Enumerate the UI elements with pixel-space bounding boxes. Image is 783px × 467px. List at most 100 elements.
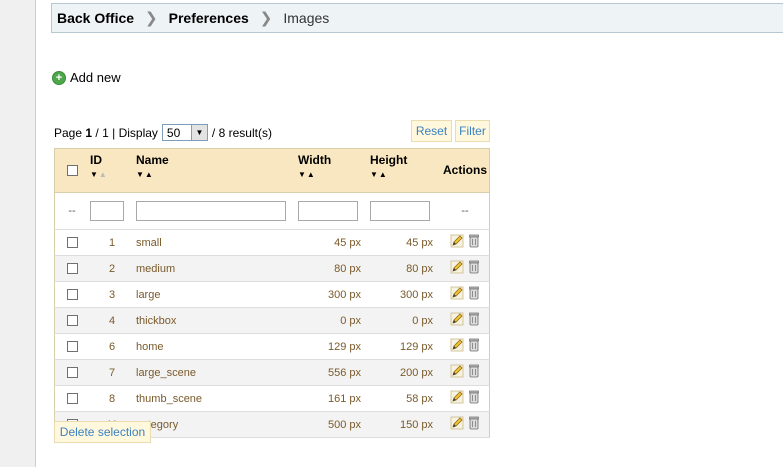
sort-asc-icon[interactable]: ▲ — [145, 170, 154, 179]
select-all-header — [54, 148, 89, 193]
table-row[interactable]: 8 thumb_scene 161 px 58 px — [54, 385, 490, 412]
row-checkbox[interactable] — [66, 341, 78, 353]
row-height: 58 px — [369, 385, 441, 412]
row-height: 45 px — [369, 229, 441, 256]
row-actions — [441, 411, 490, 438]
row-name: home — [135, 333, 297, 360]
table-row[interactable]: 1 small 45 px 45 px — [54, 229, 490, 256]
sort-asc-icon[interactable]: ▲ — [99, 170, 108, 179]
table-row[interactable]: 7 large_scene 556 px 200 px — [54, 359, 490, 386]
row-width: 45 px — [297, 229, 369, 256]
row-name: small — [135, 229, 297, 256]
chevron-down-icon[interactable]: ▼ — [190, 125, 207, 140]
row-checkbox[interactable] — [66, 263, 78, 275]
row-id: 6 — [89, 333, 135, 360]
breadcrumb-separator-icon: ❯ — [259, 10, 273, 27]
select-all-checkbox[interactable] — [66, 165, 78, 177]
breadcrumb-back-office[interactable]: Back Office — [57, 10, 134, 26]
breadcrumb-images: Images — [283, 10, 330, 26]
row-actions — [441, 255, 490, 282]
row-height: 200 px — [369, 359, 441, 386]
column-actions: Actions — [441, 148, 490, 193]
row-id: 1 — [89, 229, 135, 256]
delete-trash-icon[interactable] — [468, 390, 480, 407]
delete-trash-icon[interactable] — [468, 286, 480, 303]
table-header-row: ID ▼▲ Name ▼▲ Width ▼▲ Height ▼▲ Actions — [54, 148, 490, 193]
delete-trash-icon[interactable] — [468, 234, 480, 251]
row-actions — [441, 333, 490, 360]
row-checkbox[interactable] — [66, 289, 78, 301]
row-id: 8 — [89, 385, 135, 412]
edit-pencil-icon[interactable] — [450, 234, 464, 251]
row-height: 129 px — [369, 333, 441, 360]
row-id: 2 — [89, 255, 135, 282]
row-select-cell — [54, 229, 89, 256]
table-body: -- -- 1 small 45 px 45 px 2 medium 80 px 80 px 3… — [54, 192, 490, 438]
row-actions — [441, 385, 490, 412]
edit-pencil-icon[interactable] — [450, 312, 464, 329]
per-page-select[interactable]: 50 ▼ — [161, 124, 208, 141]
breadcrumb-separator-icon: ❯ — [145, 10, 158, 27]
row-id: 4 — [89, 307, 135, 334]
row-checkbox[interactable] — [66, 367, 78, 379]
sort-id: ▼▲ — [90, 171, 134, 179]
sort-asc-icon[interactable]: ▲ — [307, 170, 316, 179]
delete-trash-icon[interactable] — [468, 416, 480, 433]
edit-pencil-icon[interactable] — [450, 286, 464, 303]
results-count: / 8 result(s) — [211, 125, 272, 140]
column-id-label: ID — [90, 153, 102, 167]
delete-selection-button[interactable]: Delete selection — [54, 421, 151, 443]
table-row[interactable]: 3 large 300 px 300 px — [54, 281, 490, 308]
sort-name: ▼▲ — [136, 171, 296, 179]
table-row[interactable]: 6 home 129 px 129 px — [54, 333, 490, 360]
row-select-cell — [54, 385, 89, 412]
row-checkbox[interactable] — [66, 237, 78, 249]
row-checkbox[interactable] — [66, 393, 78, 405]
reset-button[interactable]: Reset — [411, 120, 452, 142]
sort-desc-icon[interactable]: ▼ — [298, 170, 307, 179]
edit-pencil-icon[interactable] — [450, 416, 464, 433]
breadcrumb-preferences[interactable]: Preferences — [169, 10, 249, 26]
sort-desc-icon[interactable]: ▼ — [90, 170, 99, 179]
filter-id-input[interactable] — [90, 201, 124, 221]
row-name: thickbox — [135, 307, 297, 334]
per-page-value: 50 — [166, 125, 181, 140]
filter-width-input[interactable] — [298, 201, 358, 221]
row-height: 150 px — [369, 411, 441, 438]
edit-pencil-icon[interactable] — [450, 260, 464, 277]
row-width: 161 px — [297, 385, 369, 412]
row-checkbox[interactable] — [66, 315, 78, 327]
edit-pencil-icon[interactable] — [450, 364, 464, 381]
images-table: ID ▼▲ Name ▼▲ Width ▼▲ Height ▼▲ Actions… — [54, 148, 490, 438]
edit-pencil-icon[interactable] — [450, 338, 464, 355]
add-new-link[interactable]: + Add new — [52, 70, 121, 85]
row-select-cell — [54, 333, 89, 360]
add-new-label: Add new — [70, 70, 121, 85]
row-name: thumb_scene — [135, 385, 297, 412]
row-actions — [441, 229, 490, 256]
delete-trash-icon[interactable] — [468, 338, 480, 355]
column-height-label: Height — [370, 153, 408, 167]
page-label: Page — [54, 125, 83, 140]
filter-height-input[interactable] — [370, 201, 430, 221]
edit-pencil-icon[interactable] — [450, 390, 464, 407]
delete-trash-icon[interactable] — [468, 312, 480, 329]
delete-trash-icon[interactable] — [468, 364, 480, 381]
row-actions — [441, 359, 490, 386]
page-sep: / — [95, 125, 99, 140]
row-select-cell — [54, 307, 89, 334]
row-select-cell — [54, 281, 89, 308]
filter-button[interactable]: Filter — [455, 120, 490, 142]
table-row[interactable]: 4 thickbox 0 px 0 px — [54, 307, 490, 334]
row-width: 129 px — [297, 333, 369, 360]
sort-desc-icon[interactable]: ▼ — [370, 170, 379, 179]
filter-name-input[interactable] — [136, 201, 286, 221]
sort-desc-icon[interactable]: ▼ — [136, 170, 145, 179]
column-name-label: Name — [136, 153, 169, 167]
sort-height: ▼▲ — [370, 171, 440, 179]
column-width-label: Width — [298, 153, 332, 167]
sort-asc-icon[interactable]: ▲ — [379, 170, 388, 179]
table-row[interactable]: 2 medium 80 px 80 px — [54, 255, 490, 282]
filter-row: -- -- — [54, 192, 490, 230]
delete-trash-icon[interactable] — [468, 260, 480, 277]
